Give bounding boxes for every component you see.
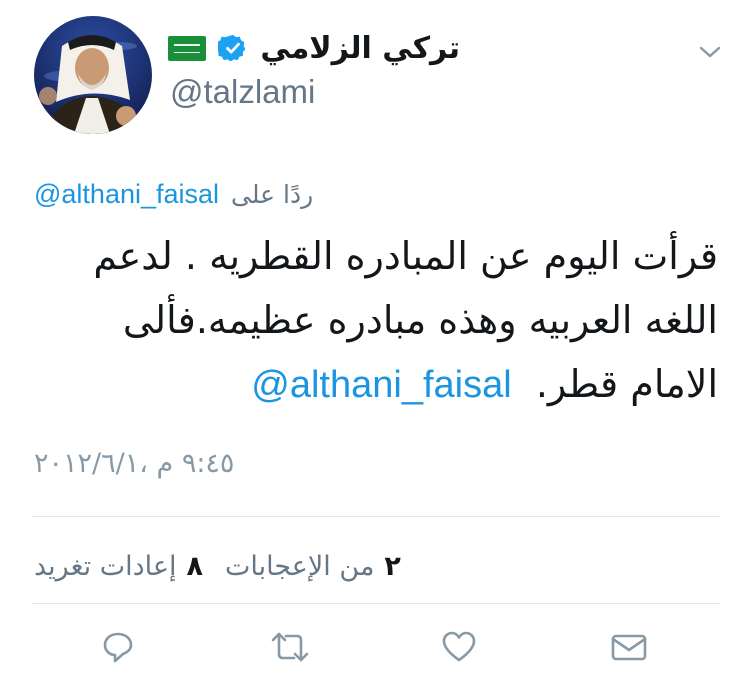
reply-icon bbox=[103, 632, 133, 663]
user-handle[interactable]: @talzlami bbox=[170, 73, 315, 111]
divider bbox=[32, 603, 720, 604]
heart-icon bbox=[442, 631, 476, 662]
saudi-flag-icon bbox=[168, 35, 207, 61]
retweets-label: إعادات تغريد bbox=[34, 550, 177, 582]
tweet-text: قرأت اليوم عن المبادره القطريه . لدعم ال… bbox=[28, 224, 718, 417]
retweet-icon bbox=[271, 632, 309, 662]
retweets-count: ٨ bbox=[186, 550, 203, 582]
tweet-timestamp[interactable]: ٩:٤٥ م ،٢٠١٢/٦/١ bbox=[34, 448, 234, 479]
retweet-button[interactable] bbox=[266, 624, 314, 670]
like-button[interactable] bbox=[435, 624, 483, 670]
tweet-stats: ٨ إعادات تغريد ٢ من الإعجابات bbox=[34, 545, 401, 587]
reply-button[interactable] bbox=[94, 624, 142, 670]
likes-count: ٢ bbox=[384, 550, 401, 582]
reply-to-mention[interactable]: @althani_faisal bbox=[34, 179, 219, 210]
divider bbox=[32, 516, 720, 517]
reply-context: @althani_faisal ردًا على bbox=[34, 174, 313, 214]
likes-label: من الإعجابات bbox=[224, 550, 375, 582]
avatar[interactable] bbox=[34, 16, 152, 134]
verified-badge-icon bbox=[218, 34, 246, 62]
direct-message-button[interactable] bbox=[605, 624, 653, 670]
chevron-down-icon bbox=[699, 46, 721, 58]
envelope-icon bbox=[611, 634, 647, 661]
retweets-stat[interactable]: ٨ إعادات تغريد bbox=[34, 551, 203, 582]
avatar-portrait bbox=[39, 35, 142, 134]
reply-prefix: ردًا على bbox=[231, 179, 314, 209]
tweet-body-mention[interactable]: @althani_faisal bbox=[251, 364, 511, 406]
display-name[interactable]: تركي الزلامي bbox=[260, 31, 460, 66]
likes-stat[interactable]: ٢ من الإعجابات bbox=[225, 551, 401, 582]
tweet-menu-button[interactable] bbox=[690, 38, 730, 66]
